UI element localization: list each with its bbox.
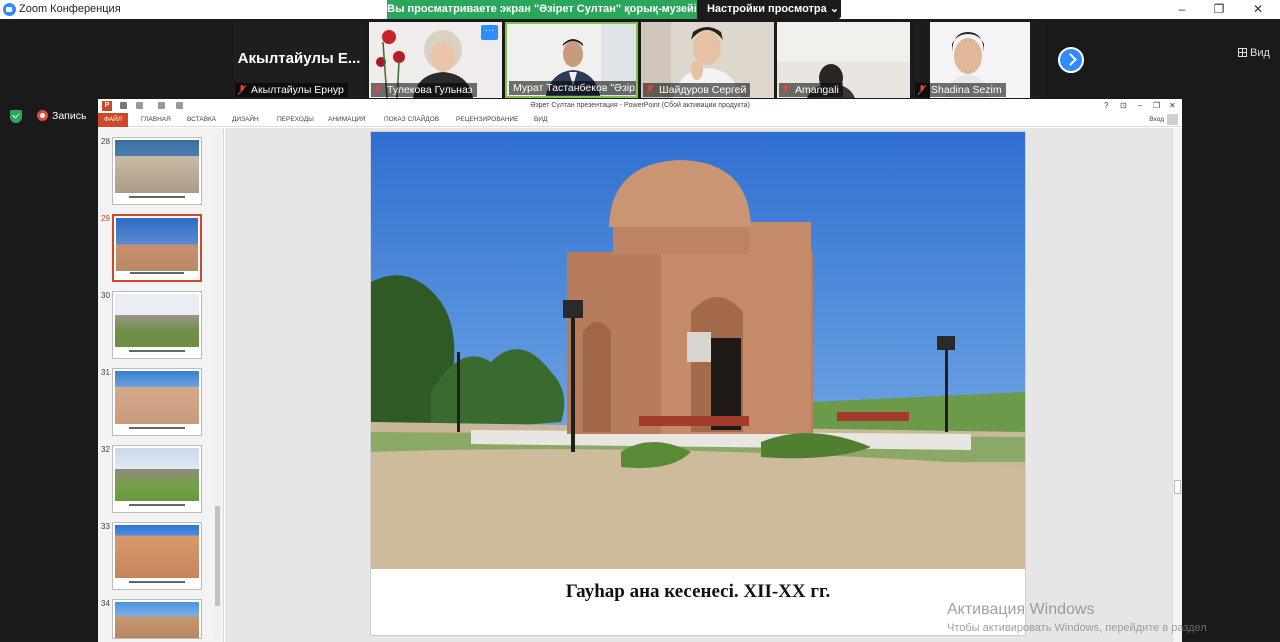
slide-caption: Гауhар ана кесенесі. XII-XX гг.: [565, 581, 831, 602]
thumbnail-caption: [129, 504, 185, 506]
sharing-status-text: Вы просматриваете экран "Әзірет Султан" …: [387, 0, 697, 19]
zoom-logo-icon: [3, 3, 16, 16]
tab-home[interactable]: ГЛАВНАЯ: [141, 116, 171, 123]
participant-tile-active-speaker[interactable]: Мурат Тастанбеков "Әзір...: [505, 22, 638, 98]
tab-slideshow[interactable]: ПОКАЗ СЛАЙДОВ: [384, 116, 439, 123]
maximize-button[interactable]: ❐: [1204, 2, 1234, 16]
activation-title: Активация Windows: [947, 601, 1095, 618]
thumbnail-caption: [129, 581, 185, 583]
participant-tile[interactable]: ··· Тулекова Гульназ: [369, 22, 502, 98]
ppt-title-bar: P Әзрет Султан презентация - PowerPoint …: [98, 99, 1182, 113]
ribbon-tabs: ФАЙЛ ГЛАВНАЯ ВСТАВКА ДИЗАЙН ПЕРЕХОДЫ АНИ…: [98, 113, 1182, 127]
ppt-close-button[interactable]: ✕: [1169, 101, 1176, 110]
muted-mic-icon: [238, 85, 246, 95]
slide-number: 30: [101, 291, 110, 300]
document-title: Әзрет Султан презентация - PowerPoint (С…: [530, 102, 750, 109]
current-slide[interactable]: Гауhар ана кесенесі. XII-XX гг.: [370, 131, 1026, 636]
record-icon: [37, 110, 48, 121]
slide-number: 34: [101, 599, 110, 608]
slide-scrollbar[interactable]: [1172, 128, 1182, 642]
ribbon-display-icon[interactable]: ⊡: [1120, 101, 1127, 110]
tab-view[interactable]: ВИД: [534, 116, 547, 123]
slide-editing-area: Гауhар ана кесенесі. XII-XX гг.: [225, 128, 1172, 642]
participant-name-label: Мурат Тастанбеков "Әзір...: [509, 81, 636, 95]
window-title: Zoom Конференция: [19, 3, 121, 15]
slide-thumbnail[interactable]: [112, 137, 202, 205]
windows-activation-watermark: Активация Windows Чтобы активировать Win…: [947, 601, 1207, 634]
thumbnail-image: [115, 140, 199, 193]
sign-in-link[interactable]: Вход: [1149, 116, 1164, 123]
mausoleum-photo: [371, 132, 1025, 569]
thumbnail-scrollbar[interactable]: [214, 134, 221, 639]
tab-animations[interactable]: АНИМАЦИЯ: [328, 116, 366, 123]
ppt-minimize-button[interactable]: –: [1138, 101, 1142, 110]
tab-file[interactable]: ФАЙЛ: [98, 113, 129, 127]
slide-thumbnail-pane: 28 29 30 31 32 33 34: [98, 128, 224, 642]
next-page-arrow-icon[interactable]: [1058, 47, 1084, 73]
participant-name-label: Shadina Sezim: [915, 83, 1006, 97]
grid-view-icon: [1238, 48, 1247, 57]
scrollbar-thumb[interactable]: [215, 506, 220, 606]
close-button[interactable]: ✕: [1243, 2, 1273, 16]
slide-number: 32: [101, 445, 110, 454]
slide-thumbnail[interactable]: [112, 599, 202, 639]
thumbnail-image: [115, 602, 199, 638]
zoom-window: Zoom Конференция – ❐ ✕ Вы просматриваете…: [0, 0, 1280, 642]
slide-thumbnail[interactable]: [112, 368, 202, 436]
slide-thumbnail[interactable]: [112, 522, 202, 590]
participant-tile[interactable]: Amangali: [777, 22, 910, 98]
more-options-button[interactable]: ···: [481, 25, 498, 40]
share-banner: Вы просматриваете экран "Әзірет Султан" …: [387, 0, 841, 19]
muted-mic-icon: [918, 85, 926, 95]
participant-display-name: Акылтайулы Е...: [237, 50, 361, 67]
scrollbar-thumb[interactable]: [1174, 480, 1181, 494]
tab-design[interactable]: ДИЗАЙН: [232, 116, 259, 123]
slide-thumbnail[interactable]: [112, 291, 202, 359]
thumbnail-image: [115, 448, 199, 501]
security-shield-icon[interactable]: [10, 110, 22, 123]
thumbnail-image: [115, 294, 199, 347]
thumbnail-caption: [129, 196, 185, 198]
tab-transitions[interactable]: ПЕРЕХОДЫ: [277, 116, 314, 123]
view-button[interactable]: Вид: [1238, 47, 1270, 59]
shared-powerpoint-window: P Әзрет Султан презентация - PowerPoint …: [98, 99, 1182, 642]
slide-number: 33: [101, 522, 110, 531]
avatar[interactable]: [1167, 114, 1178, 125]
view-options-button[interactable]: Настройки просмотра ⌄: [705, 0, 841, 19]
thumbnail-caption: [130, 272, 184, 274]
help-icon[interactable]: ?: [1104, 101, 1108, 110]
participant-tile[interactable]: Шайдуров Сергей: [641, 22, 774, 98]
slide-number: 29: [101, 214, 110, 223]
participant-gallery: Акылтайулы Е... Акылтайулы Ернур ··· Тул…: [0, 19, 1280, 99]
thumbnail-image: [115, 525, 199, 578]
slide-number: 31: [101, 368, 110, 377]
muted-mic-icon: [646, 85, 654, 95]
participant-name-label: Тулекова Гульназ: [371, 83, 477, 97]
thumbnail-caption: [129, 350, 185, 352]
participant-name-label: Шайдуров Сергей: [643, 83, 751, 97]
muted-mic-icon: [374, 85, 382, 95]
participant-tile[interactable]: Акылтайулы Е... Акылтайулы Ернур: [233, 22, 365, 98]
thumbnail-caption: [129, 427, 185, 429]
participant-name-label: Amangali: [779, 83, 843, 97]
slide-thumbnail-selected[interactable]: [112, 214, 202, 282]
thumbnail-image: [116, 218, 198, 271]
slide-number: 28: [101, 137, 110, 146]
participant-name-label: Акылтайулы Ернур: [235, 83, 348, 97]
muted-mic-icon: [782, 85, 790, 95]
slide-thumbnail[interactable]: [112, 445, 202, 513]
thumbnail-image: [115, 371, 199, 424]
recording-indicator[interactable]: Запись: [37, 110, 86, 122]
participant-tile[interactable]: Shadina Sezim: [913, 22, 1046, 98]
tab-insert[interactable]: ВСТАВКА: [187, 116, 216, 123]
minimize-button[interactable]: –: [1167, 2, 1197, 16]
activation-hint: Чтобы активировать Windows, перейдите в …: [947, 622, 1207, 634]
ppt-restore-button[interactable]: ❐: [1153, 101, 1160, 110]
tab-review[interactable]: РЕЦЕНЗИРОВАНИЕ: [456, 116, 519, 123]
